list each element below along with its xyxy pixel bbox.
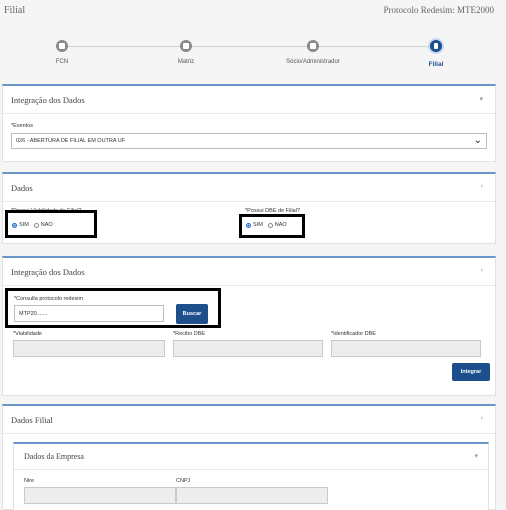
recibo-dbe-label: *Recibo DBE: [173, 331, 206, 337]
panel-header[interactable]: Dados Filial ‹: [3, 406, 495, 434]
highlight-box: [5, 288, 221, 328]
step-label: Matriz: [177, 59, 195, 65]
step-label: Sócio/Administrador: [286, 59, 340, 65]
identificador-dbe-label: *Identificador DBE: [331, 331, 376, 337]
viabilidade-label: *Viabilidade: [13, 331, 42, 337]
viabilidade-field: [13, 340, 165, 357]
collapse-icon[interactable]: ‹: [481, 183, 483, 190]
collapse-icon[interactable]: ▾: [474, 452, 478, 460]
eventos-value: 026 - ABERTURA DE FILIAL EM OUTRA UF: [16, 138, 126, 144]
panel-title: Integração dos Dados: [11, 95, 85, 105]
document-icon: [180, 40, 192, 52]
panel-header[interactable]: Integração dos Dados ▾: [3, 86, 495, 114]
nire-field: [24, 487, 176, 504]
panel-title: Dados: [11, 183, 33, 193]
document-icon: [307, 40, 319, 52]
step-matriz[interactable]: Matriz: [146, 40, 226, 65]
subpanel-header[interactable]: Dados da Empresa ▾: [14, 444, 488, 470]
subpanel-dados-empresa: Dados da Empresa ▾ Nire CNPJ: [13, 442, 489, 510]
panel-dados-filial: Dados Filial ‹ Dados da Empresa ▾ Nire C…: [2, 404, 496, 510]
collapse-icon[interactable]: ‹: [481, 415, 483, 422]
panel-header[interactable]: Integração dos Dados ‹: [3, 258, 495, 286]
panel-title: Dados Filial: [11, 415, 53, 425]
protocol-redesim: Protocolo Redesim: MTE2000: [383, 5, 495, 15]
step-label: Filial: [428, 61, 444, 68]
step-socio-administrador[interactable]: Sócio/Administrador: [273, 40, 353, 65]
wizard-stepper: FCN Matriz Sócio/Administrador Filial: [0, 34, 506, 74]
chevron-down-icon: ⌄: [473, 135, 482, 146]
collapse-icon[interactable]: ‹: [481, 267, 483, 274]
eventos-label: *Eventos: [11, 123, 34, 129]
highlight-box: [239, 214, 305, 238]
panel-integracao-eventos: Integração dos Dados ▾ *Eventos 026 - AB…: [2, 84, 496, 162]
subpanel-title: Dados da Empresa: [24, 452, 84, 461]
cnpj-label: CNPJ: [176, 478, 191, 484]
step-label: FCN: [55, 59, 69, 65]
panel-title: Integração dos Dados: [11, 267, 85, 277]
collapse-icon[interactable]: ▾: [479, 95, 483, 103]
identificador-dbe-field: [331, 340, 481, 357]
panel-header[interactable]: Dados ‹: [3, 174, 495, 202]
document-icon: [428, 38, 444, 54]
nire-label: Nire: [24, 478, 35, 484]
step-filial[interactable]: Filial: [396, 38, 476, 68]
eventos-select[interactable]: 026 - ABERTURA DE FILIAL EM OUTRA UF ⌄: [11, 133, 487, 149]
highlight-box: [5, 210, 97, 238]
document-icon: [56, 40, 68, 52]
integrar-button[interactable]: Integrar: [452, 363, 490, 381]
recibo-dbe-field: [173, 340, 323, 357]
page-title: Filial: [4, 5, 26, 16]
step-fcn[interactable]: FCN: [22, 40, 102, 65]
stepper-line: [62, 46, 436, 47]
cnpj-field: [176, 487, 328, 504]
